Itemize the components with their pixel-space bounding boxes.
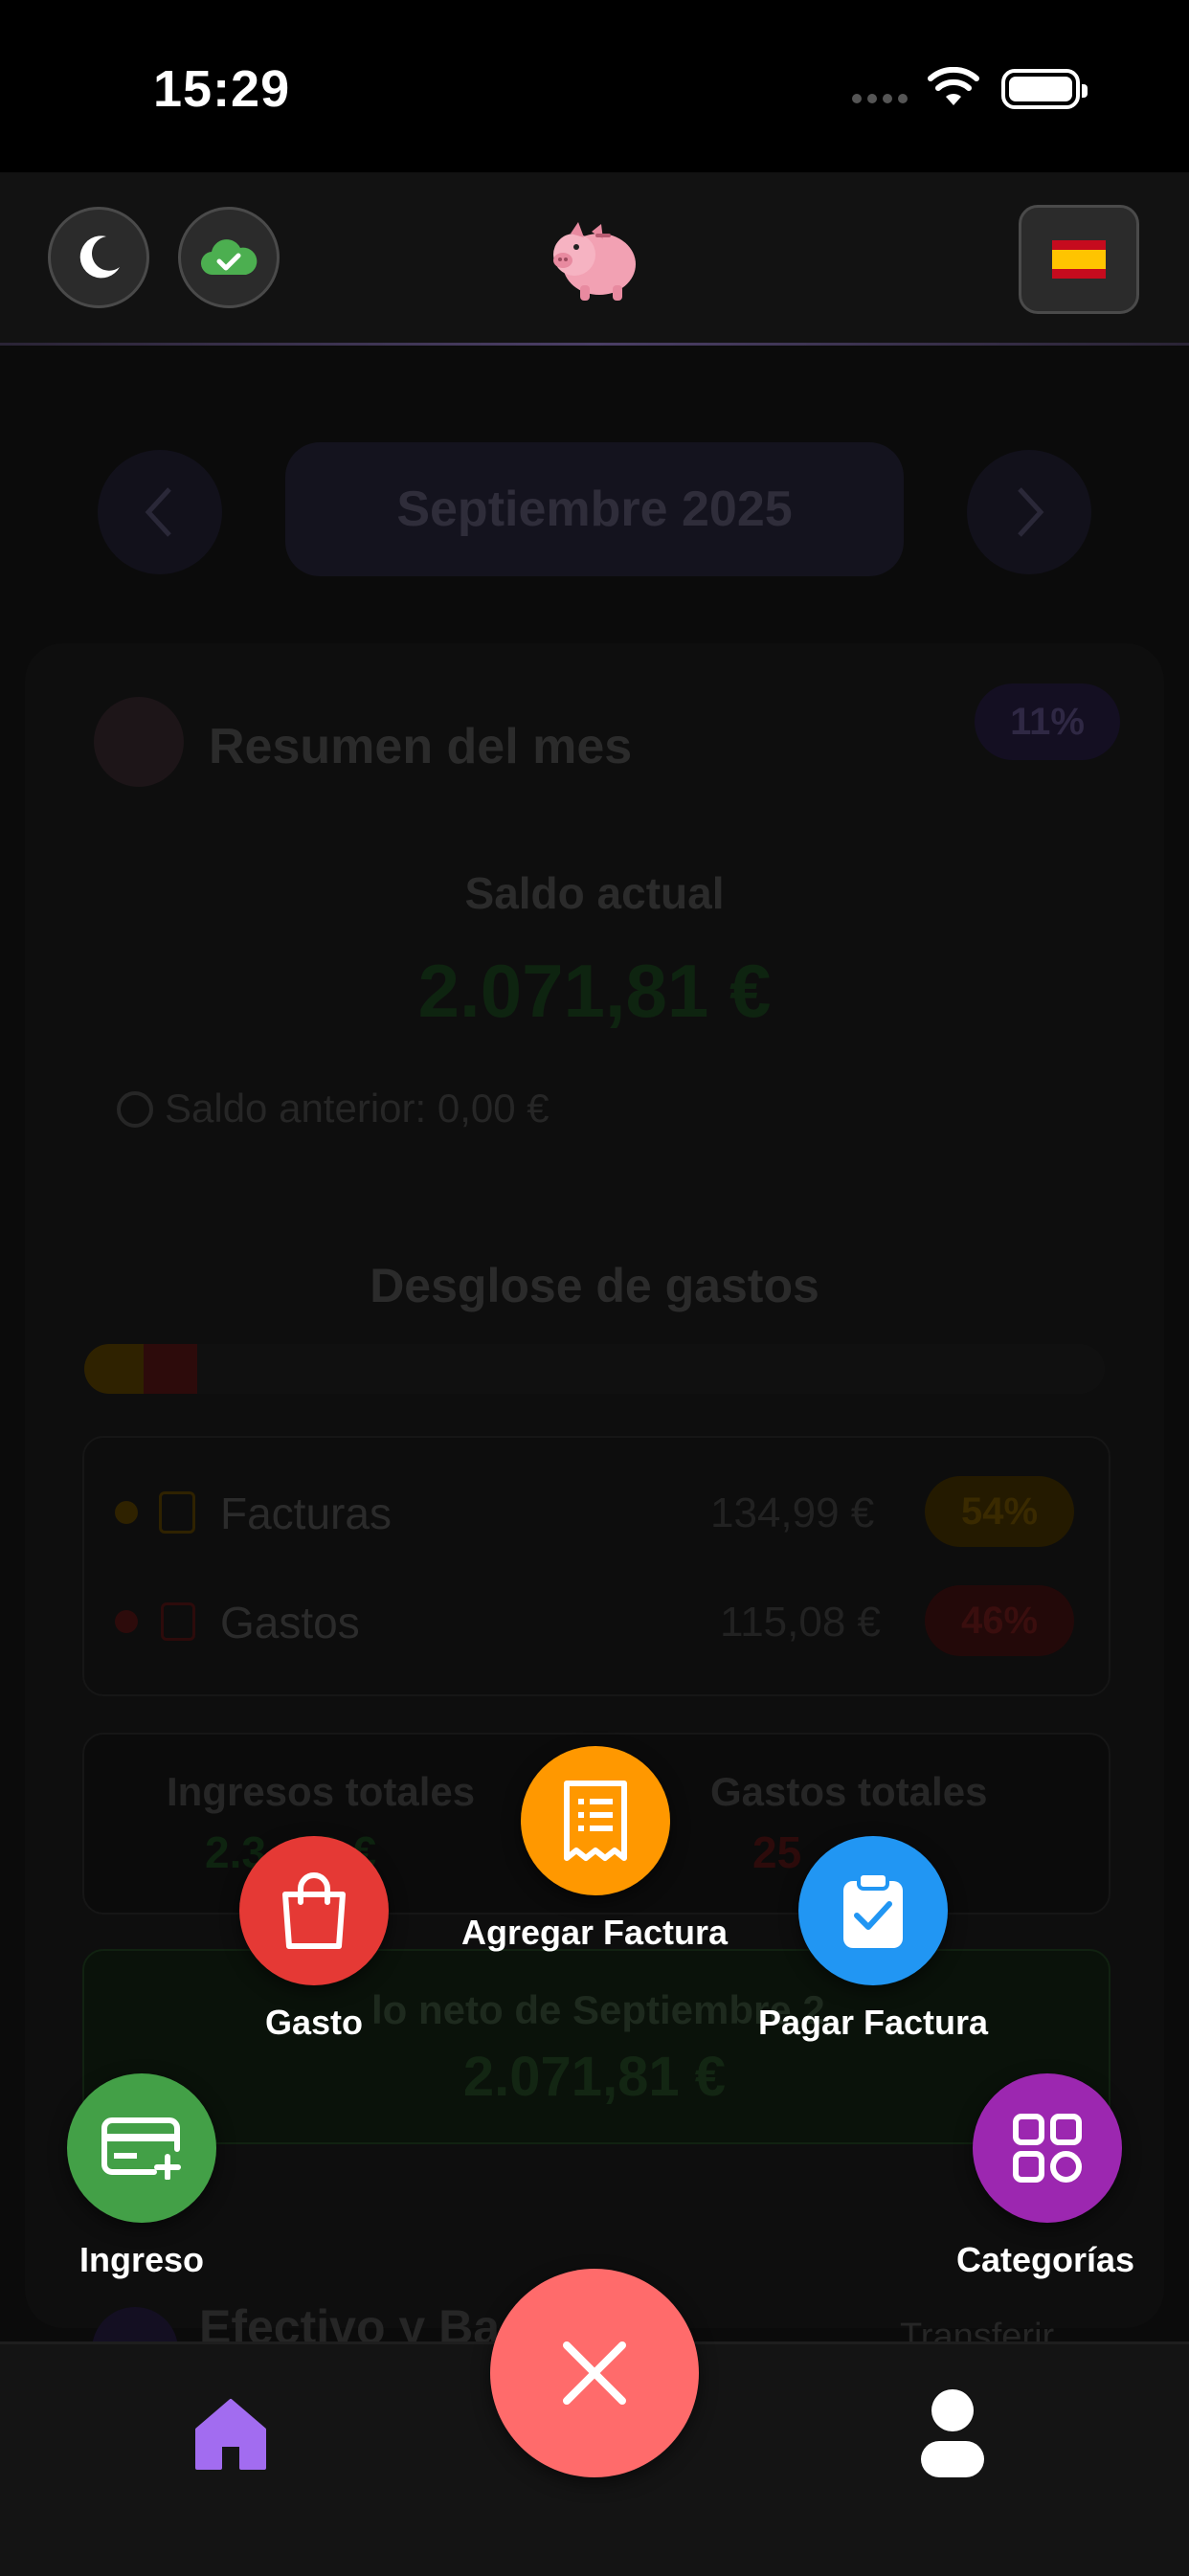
expenses-total-label: Gastos totales bbox=[710, 1769, 988, 1814]
moon-icon bbox=[79, 235, 120, 279]
breakdown-row-percent: 46% bbox=[925, 1585, 1074, 1656]
home-icon bbox=[195, 2399, 266, 2470]
breakdown-row-percent: 54% bbox=[925, 1476, 1074, 1547]
dynamic-island bbox=[410, 36, 779, 144]
add-income-button[interactable] bbox=[67, 2073, 216, 2223]
breakdown-row-amount: 115,08 € bbox=[720, 1599, 882, 1646]
battery-icon bbox=[1001, 69, 1088, 109]
balance-value: 2.071,81 € bbox=[417, 949, 772, 1033]
summary-title: Resumen del mes bbox=[209, 719, 633, 774]
previous-month-button[interactable] bbox=[98, 450, 222, 574]
income-total-label: Ingresos totales bbox=[167, 1769, 476, 1814]
add-income-label: Ingreso bbox=[79, 2240, 205, 2279]
cellular-signal-icon bbox=[852, 94, 909, 107]
categories-button[interactable] bbox=[973, 2073, 1122, 2223]
expenses-dot bbox=[115, 1610, 138, 1633]
card-add-icon bbox=[101, 2117, 181, 2180]
wallet-icon bbox=[94, 697, 184, 787]
previous-balance: Saldo anterior: 0,00 € bbox=[165, 1086, 550, 1131]
bills-icon bbox=[159, 1491, 195, 1534]
receipt-icon bbox=[564, 1781, 627, 1861]
pay-bill-button[interactable] bbox=[798, 1836, 948, 1985]
user-icon bbox=[921, 2389, 984, 2477]
theme-toggle-button[interactable] bbox=[48, 207, 149, 308]
spain-flag-icon bbox=[1052, 240, 1106, 279]
breakdown-list bbox=[82, 1436, 1110, 1696]
breakdown-row-amount: 134,99 € bbox=[710, 1490, 875, 1536]
summary-percent-badge: 11% bbox=[975, 683, 1120, 760]
balance-label: Saldo actual bbox=[464, 868, 725, 918]
add-bill-label: Agregar Factura bbox=[460, 1913, 729, 1952]
shopping-bag-icon bbox=[282, 1872, 346, 1949]
tab-home[interactable] bbox=[188, 2389, 274, 2475]
add-bill-button[interactable] bbox=[521, 1746, 670, 1895]
bills-dot bbox=[115, 1501, 138, 1524]
breakdown-title: Desglose de gastos bbox=[370, 1259, 819, 1312]
add-expense-label: Gasto bbox=[264, 2003, 364, 2042]
wifi-icon bbox=[928, 67, 979, 105]
piggy-bank-icon bbox=[553, 222, 636, 301]
shopping-bag-icon bbox=[161, 1602, 195, 1641]
pay-bill-label: Pagar Factura bbox=[757, 2003, 989, 2042]
history-icon bbox=[117, 1091, 153, 1128]
breakdown-progress-bar bbox=[84, 1344, 1105, 1394]
chevron-right-icon bbox=[1018, 487, 1044, 537]
close-actions-button[interactable] bbox=[490, 2269, 699, 2477]
cloud-check-icon bbox=[200, 239, 258, 276]
clipboard-check-icon bbox=[843, 1871, 903, 1948]
breakdown-row-label: Gastos bbox=[220, 1598, 360, 1647]
month-selector[interactable]: Septiembre 2025 bbox=[285, 442, 904, 576]
categories-label: Categorías bbox=[955, 2240, 1135, 2279]
sync-status-button[interactable] bbox=[178, 207, 280, 308]
close-icon bbox=[563, 2341, 626, 2405]
tab-profile[interactable] bbox=[909, 2387, 996, 2479]
next-month-button[interactable] bbox=[967, 450, 1091, 574]
chevron-left-icon bbox=[145, 487, 171, 537]
language-button[interactable] bbox=[1019, 205, 1139, 314]
breakdown-row-label: Facturas bbox=[220, 1489, 392, 1538]
grid-icon bbox=[1013, 2114, 1082, 2183]
status-time: 15:29 bbox=[153, 60, 291, 118]
add-expense-button[interactable] bbox=[239, 1836, 389, 1985]
